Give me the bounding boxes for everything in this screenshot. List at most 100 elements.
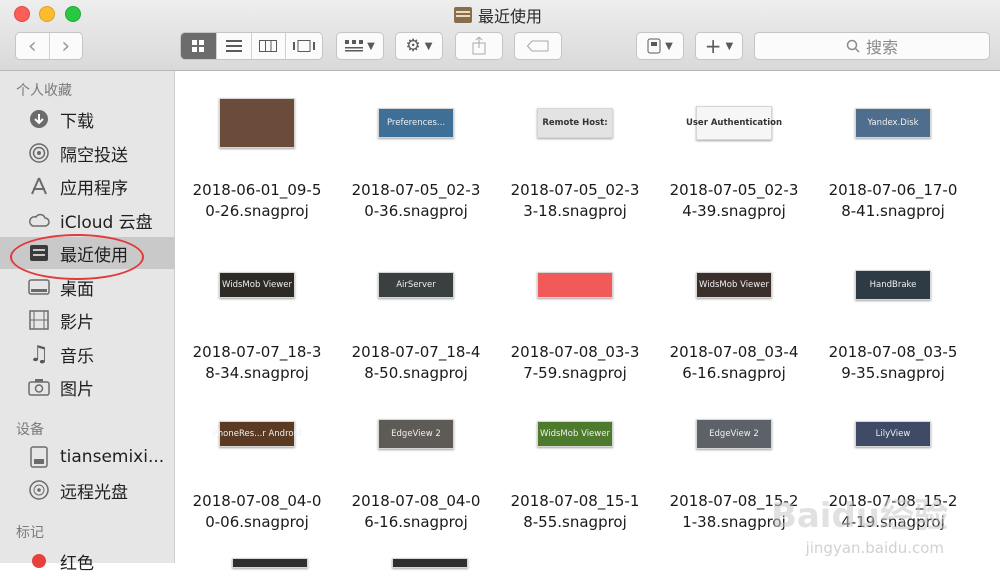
window-title-text: 最近使用 — [478, 7, 543, 26]
sidebar-item-label: 远程光盘 — [60, 482, 128, 503]
file-item[interactable]: User Authentication 2018-07-05_02-3 4-39.s… — [654, 97, 814, 222]
thumbnail-caption: AirServer — [396, 280, 436, 290]
file-item[interactable]: WidsMob Viewer 2018-07-08_15-1 8-55.snagpr… — [495, 408, 655, 533]
file-thumbnail: WidsMob Viewer — [696, 272, 772, 298]
file-name-line: 2018-07-07_18-3 — [192, 343, 322, 361]
sidebar-item-label: 应用程序 — [60, 178, 128, 199]
back-button[interactable]: ‹ — [16, 33, 50, 59]
sidebar-item-icloud[interactable]: iCloud 云盘 — [0, 204, 175, 236]
file-name: 2018-07-08_04-0 0-06.snagproj — [177, 491, 337, 533]
sidebar-item-hard-drive[interactable]: tiansemixi... — [0, 441, 175, 473]
group-by-button[interactable]: ▼ — [336, 32, 384, 60]
file-name-line: 2018-07-08_03-3 — [510, 343, 640, 361]
file-name: 2018-07-06_17-0 8-41.snagproj — [813, 180, 973, 222]
recents-folder-icon — [454, 7, 472, 23]
forward-button[interactable]: › — [50, 33, 83, 59]
action-button[interactable]: ⚙ ▼ — [395, 32, 443, 60]
gear-icon: ⚙ — [405, 36, 421, 56]
file-name-line: 2018-07-05_02-3 — [351, 181, 481, 199]
file-item[interactable]: EdgeView 2 2018-07-08_04-0 6-16.snagproj — [336, 408, 496, 533]
gallery-view-icon — [293, 40, 316, 52]
file-name: 2018-07-07_18-4 8-50.snagproj — [336, 342, 496, 384]
tags-button[interactable] — [514, 32, 562, 60]
close-window-button[interactable] — [14, 6, 30, 22]
file-name: 2018-07-08_03-4 6-16.snagproj — [654, 342, 814, 384]
thumbnail-caption: EdgeView 2 — [391, 429, 441, 439]
file-name-line: 8-34.snagproj — [205, 364, 309, 382]
sidebar-item-music[interactable]: ♫ 音乐 — [0, 338, 175, 370]
file-name: 2018-07-05_02-3 4-39.snagproj — [654, 180, 814, 222]
music-icon: ♫ — [29, 341, 49, 367]
baidu-watermark: Baidu经验 — [770, 496, 948, 536]
minimize-window-button[interactable] — [39, 6, 55, 22]
file-thumbnail — [219, 98, 295, 148]
add-button[interactable]: + ▼ — [695, 32, 743, 60]
thumbnail-caption: WidsMob Viewer — [222, 280, 292, 290]
thumbnail-caption: Yandex.Disk — [867, 118, 919, 128]
list-view-icon — [225, 40, 242, 52]
file-item[interactable]: WidsMob Viewer 2018-07-07_18-3 8-34.snagpr… — [177, 259, 337, 384]
search-field[interactable]: 搜索 — [754, 32, 990, 60]
group-icon — [345, 40, 364, 52]
favorites-header: 个人收藏 — [16, 83, 72, 99]
sidebar-item-airdrop[interactable]: 隔空投送 — [0, 137, 175, 169]
thumbnail-caption: Preferences... — [386, 118, 446, 128]
file-name: 2018-06-01_09-5 0-26.snagproj — [177, 180, 337, 222]
pictures-icon — [28, 376, 50, 398]
file-name-line: 6-16.snagproj — [364, 513, 468, 531]
file-item[interactable]: HandBrake 2018-07-08_03-5 9-35.snagproj — [813, 259, 973, 384]
thumbnail-caption: EdgeView 2 — [709, 429, 759, 439]
gallery-view-button[interactable] — [286, 33, 322, 59]
file-item[interactable]: Remote Host: 2018-07-05_02-3 3-18.snagproj — [495, 97, 655, 222]
sidebar: 个人收藏 下载 隔空投送 应用程序 iCloud 云盘 最近使用 桌面 影片 ♫… — [0, 71, 175, 574]
sidebar-item-tag-red[interactable]: 红色 — [0, 545, 175, 577]
devices-header: 设备 — [16, 422, 44, 438]
file-name: 2018-07-05_02-3 0-36.snagproj — [336, 180, 496, 222]
tag-icon — [527, 40, 549, 52]
file-name-line: 8-50.snagproj — [364, 364, 468, 382]
sidebar-item-label: 图片 — [60, 379, 94, 400]
file-thumbnail: WidsMob Viewer — [537, 421, 613, 447]
column-view-icon — [259, 40, 278, 52]
file-name-line: 6-16.snagproj — [682, 364, 786, 382]
chevron-down-icon: ▼ — [367, 40, 375, 52]
list-view-button[interactable] — [217, 33, 252, 59]
zoom-window-button[interactable] — [65, 6, 81, 22]
file-name: 2018-07-08_03-3 7-59.snagproj — [495, 342, 655, 384]
file-name-line: 2018-07-05_02-3 — [510, 181, 640, 199]
file-item[interactable]: Yandex.Disk 2018-07-06_17-0 8-41.snagproj — [813, 97, 973, 222]
column-view-button[interactable] — [252, 33, 287, 59]
file-thumbnail: EdgeView 2 — [378, 419, 454, 449]
file-item[interactable]: Preferences... 2018-07-05_02-3 0-36.snagpr… — [336, 97, 496, 222]
sidebar-item-remote-disc[interactable]: 远程光盘 — [0, 474, 175, 506]
file-name: 2018-07-08_03-5 9-35.snagproj — [813, 342, 973, 384]
file-thumbnail: PhoneRes...r Android — [213, 421, 301, 447]
icon-view-button[interactable] — [181, 33, 217, 59]
file-name: 2018-07-08_04-0 6-16.snagproj — [336, 491, 496, 533]
arrange-button[interactable]: ▼ — [636, 32, 684, 60]
file-item[interactable]: PhoneRes...r Android 2018-07-08_04-0 0-06.… — [177, 408, 337, 533]
file-item[interactable]: AirServer 2018-07-07_18-4 8-50.snagproj — [336, 259, 496, 384]
sidebar-item-downloads[interactable]: 下载 — [0, 103, 175, 135]
file-thumbnail: LilyView — [855, 421, 931, 447]
share-button[interactable] — [455, 32, 503, 60]
thumbnail-caption: WidsMob Viewer — [699, 280, 769, 290]
file-name-line: 7-59.snagproj — [523, 364, 627, 382]
file-name: 2018-07-07_18-3 8-34.snagproj — [177, 342, 337, 384]
file-item[interactable]: 2018-07-08_03-3 7-59.snagproj — [495, 259, 655, 384]
file-thumbnail: Remote Host: — [537, 108, 613, 138]
file-thumbnail: WidsMob Viewer — [219, 272, 295, 298]
file-thumbnail — [392, 558, 468, 568]
file-item[interactable]: WidsMob Viewer 2018-07-08_03-4 6-16.snagpr… — [654, 259, 814, 384]
red-annotation-circle — [10, 234, 144, 280]
file-thumbnail: HandBrake — [855, 270, 931, 300]
sidebar-item-movies[interactable]: 影片 — [0, 304, 175, 336]
sidebar-item-applications[interactable]: 应用程序 — [0, 170, 175, 202]
file-name: 2018-07-05_02-3 3-18.snagproj — [495, 180, 655, 222]
icloud-icon — [28, 209, 50, 231]
sidebar-item-pictures[interactable]: 图片 — [0, 371, 175, 403]
chevron-down-icon: ▼ — [424, 40, 433, 52]
forward-icon: › — [61, 33, 71, 59]
file-item[interactable]: 2018-06-01_09-5 0-26.snagproj — [177, 97, 337, 222]
view-mode-switcher — [180, 32, 323, 60]
